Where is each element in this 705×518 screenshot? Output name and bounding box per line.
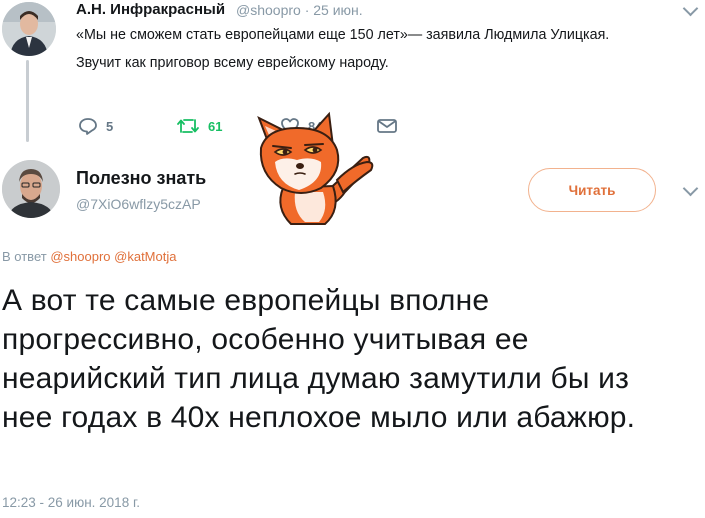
avatar[interactable] xyxy=(2,160,60,218)
tweet-text: «Мы не сможем стать европейцами еще 150 … xyxy=(76,24,666,80)
tweet-text-line: Звучит как приговор всему еврейскому нар… xyxy=(76,55,389,71)
reply-prefix: В ответ xyxy=(2,249,47,264)
tweet-timestamp[interactable]: 12:23 - 26 июн. 2018 г. xyxy=(2,495,140,510)
reply-context: В ответ @shoopro @katMotja xyxy=(2,249,176,264)
retweet-button[interactable]: 61 xyxy=(176,116,222,136)
retweet-count: 61 xyxy=(208,118,223,134)
reply-count: 5 xyxy=(106,118,114,134)
reply-button[interactable]: 5 xyxy=(78,116,113,136)
fox-sticker xyxy=(245,100,385,230)
avatar[interactable] xyxy=(2,2,56,56)
author-name[interactable]: А.Н. Инфракрасный xyxy=(76,1,225,18)
chevron-down-icon[interactable] xyxy=(682,0,699,17)
mention-link[interactable]: @shoopro xyxy=(50,249,110,264)
author-name[interactable]: Полезно знать xyxy=(76,168,206,189)
thread-line xyxy=(26,60,29,142)
tweet-text-line: «Мы не сможем стать европейцами еще 150 … xyxy=(76,27,610,43)
follow-button[interactable]: Читать xyxy=(528,168,656,212)
reply-icon xyxy=(79,118,97,135)
author-handle-time[interactable]: @shoopro · 25 июн. xyxy=(236,2,363,18)
mention-link[interactable]: @katMotja xyxy=(114,249,176,264)
tweet-text: А вот те самые европейцы вполне прогресс… xyxy=(2,284,636,434)
chevron-down-icon[interactable] xyxy=(682,180,699,197)
retweet-icon xyxy=(177,119,199,133)
author-handle[interactable]: @7XiO6wflzy5czAP xyxy=(76,196,201,212)
